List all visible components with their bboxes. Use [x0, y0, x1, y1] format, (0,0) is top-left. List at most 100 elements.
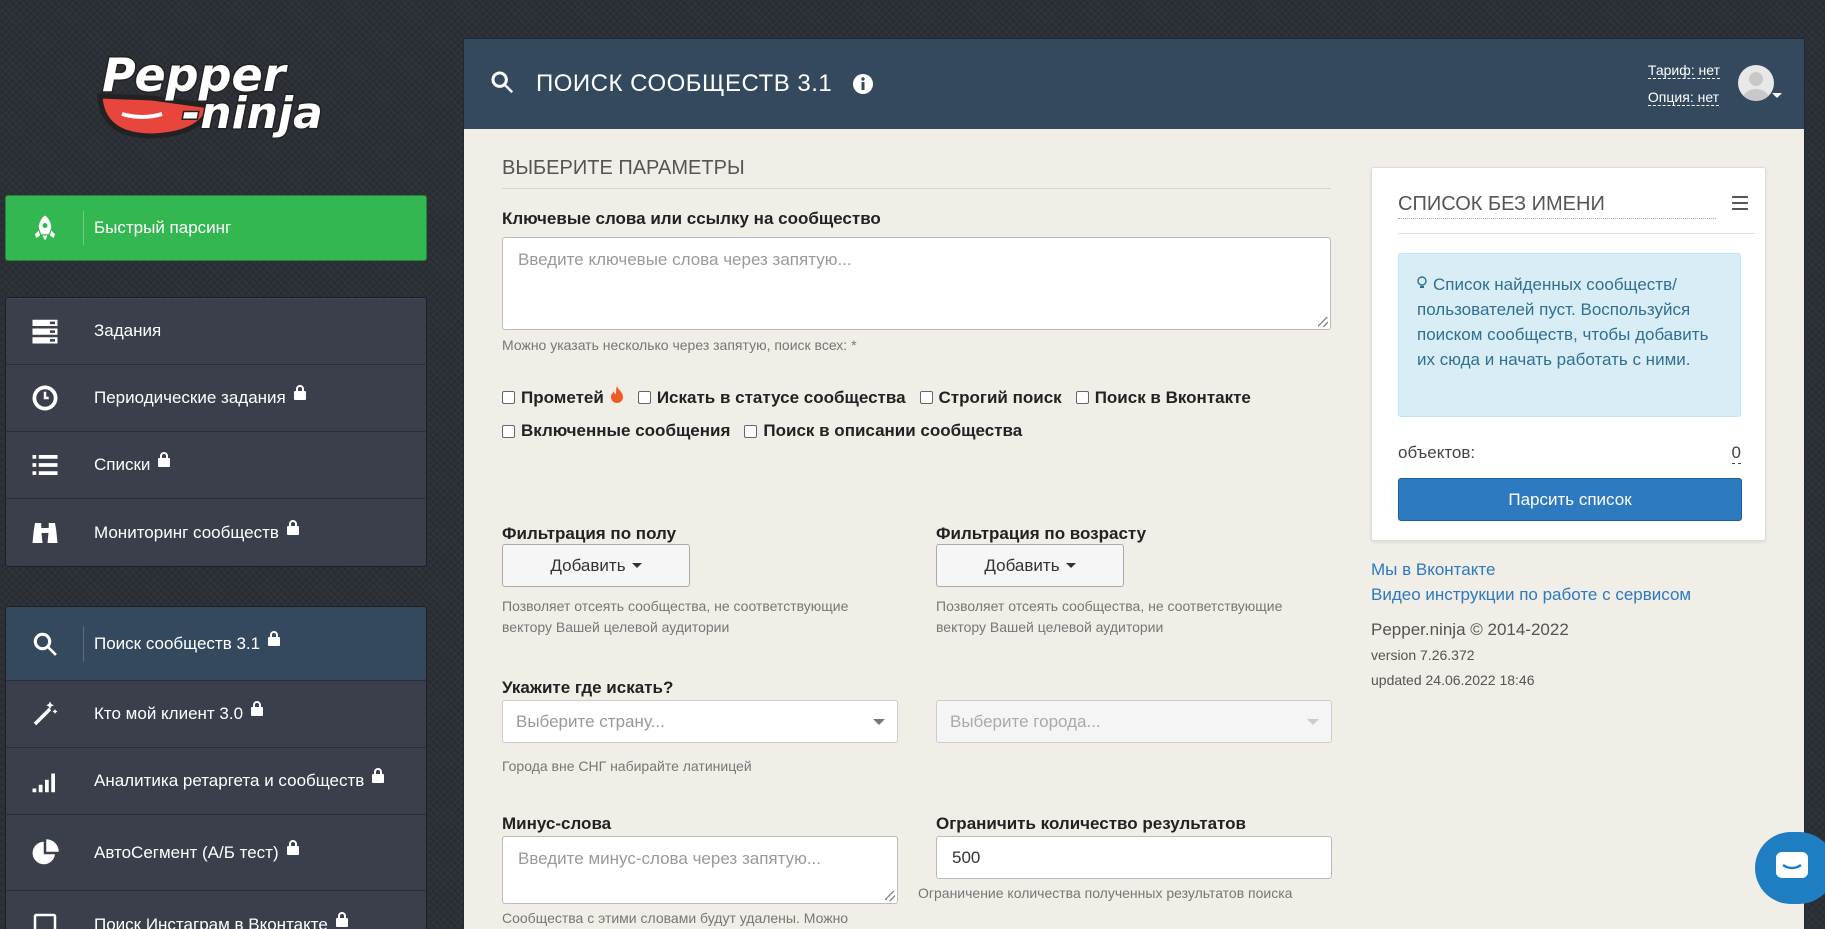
minus-words-placeholder: Введите минус-слова через запятую...	[518, 849, 821, 868]
checkbox-search-status[interactable]: Искать в статусе сообщества	[637, 388, 906, 408]
checkbox-box[interactable]	[744, 424, 758, 438]
gender-add-button[interactable]: Добавить	[502, 544, 690, 587]
hamburger-menu-icon[interactable]	[1732, 196, 1748, 214]
sidebar-item-label: Кто мой клиент 3.0	[94, 704, 244, 723]
caret-down-icon	[631, 563, 642, 568]
sidebar-item-label: Быстрый парсинг	[94, 218, 232, 237]
limit-label: Ограничить количество результатов	[936, 814, 1246, 833]
vk-link[interactable]: Мы в Вконтакте	[1371, 557, 1691, 582]
gender-filter-label: Фильтрация по полу	[502, 524, 677, 543]
checkbox-box[interactable]	[502, 424, 515, 438]
filters-area: Фильтрация по полу Добавить Позволяет от…	[502, 524, 1332, 929]
checkbox-label: Поиск в описании сообщества	[763, 421, 1023, 440]
checkbox-row-1: Прометей Искать в статусе сообщества Стр…	[502, 386, 1332, 409]
chevron-down-icon[interactable]	[1772, 93, 1782, 98]
button-label: Добавить	[550, 555, 626, 575]
sidebar-item-label: Аналитика ретаргета и сообществ	[94, 771, 365, 790]
sidebar-item-label: АвтоСегмент (А/Б тест)	[94, 842, 279, 862]
sidebar-item-fast-parsing[interactable]: Быстрый парсинг	[6, 196, 426, 260]
option-link[interactable]: Опция: нет	[1647, 89, 1720, 106]
lock-icon	[268, 630, 281, 646]
sidebar-item-instagram-vk[interactable]: Поиск Инстаграм в Вконтакте	[6, 891, 426, 929]
age-add-button[interactable]: Добавить	[936, 544, 1124, 587]
main-content: ПОИСК СООБЩЕСТВ 3.1 Тариф: нет Опция: не…	[463, 38, 1805, 929]
sidebar-item-label: Задания	[94, 321, 162, 340]
binoculars-icon	[6, 518, 84, 548]
limit-input[interactable]: 500	[936, 836, 1332, 879]
where-label: Укажите где искать?	[502, 678, 674, 697]
help-links: Мы в Вконтакте Видео инструкции по работ…	[1371, 557, 1691, 607]
magic-wand-icon	[6, 699, 84, 729]
sidebar-nav-group-1: Задания Периодические задания Списки Мон…	[5, 297, 427, 567]
sidebar-item-autosegment[interactable]: АвтоСегмент (А/Б тест)	[6, 815, 426, 891]
limit-value: 500	[952, 847, 981, 867]
keywords-label: Ключевые слова или ссылку на сообщество	[502, 209, 881, 228]
fire-icon	[610, 386, 624, 409]
objects-count-row: объектов: 0	[1398, 443, 1741, 464]
checkbox-messages-enabled[interactable]: Включенные сообщения	[502, 421, 730, 441]
resize-handle[interactable]	[1318, 317, 1328, 327]
minus-words-textarea[interactable]: Введите минус-слова через запятую...	[502, 836, 898, 904]
sidebar-item-community-search[interactable]: Поиск сообществ 3.1	[6, 607, 426, 681]
objects-count[interactable]: 0	[1731, 443, 1741, 464]
footer-info: Pepper.ninja © 2014-2022 version 7.26.37…	[1371, 617, 1569, 693]
sidebar: Pepper -ninja Быстрый парсинг Задания Пе…	[0, 0, 432, 929]
instagram-vk-icon	[6, 910, 84, 929]
pie-chart-icon	[6, 838, 84, 868]
avatar[interactable]	[1738, 65, 1774, 101]
checkbox-strict-search[interactable]: Строгий поиск	[919, 388, 1062, 408]
checkbox-box[interactable]	[502, 391, 515, 404]
rocket-icon	[6, 211, 84, 245]
server-icon	[6, 316, 84, 346]
keywords-textarea[interactable]: Введите ключевые слова через запятую...	[502, 237, 1331, 330]
checkbox-search-vk[interactable]: Поиск в Вконтакте	[1075, 387, 1251, 408]
checkbox-label: Поиск в Вконтакте	[1094, 387, 1251, 407]
parse-list-button[interactable]: Парсить список	[1398, 478, 1742, 521]
sidebar-item-tasks[interactable]: Задания	[6, 298, 426, 365]
checkbox-search-description[interactable]: Поиск в описании сообщества	[744, 421, 1022, 441]
sidebar-nav-group-2: Поиск сообществ 3.1 Кто мой клиент 3.0 А…	[5, 606, 427, 929]
pepper-ninja-logo[interactable]: Pepper -ninja	[92, 36, 342, 148]
updated: updated 24.06.2022 18:46	[1371, 672, 1535, 688]
video-instructions-link[interactable]: Видео инструкции по работе с сервисом	[1371, 582, 1691, 607]
checkbox-prometheus[interactable]: Прометей	[502, 386, 624, 409]
plan-info: Тариф: нет Опция: нет	[1647, 57, 1720, 111]
section-title: ВЫБЕРИТЕ ПАРАМЕТРЫ	[502, 157, 1331, 189]
age-filter-label: Фильтрация по возрасту	[936, 524, 1147, 543]
search-icon	[6, 625, 84, 662]
quick-parsing-block: Быстрый парсинг	[5, 195, 427, 261]
checkbox-box[interactable]	[1075, 391, 1089, 404]
sidebar-item-community-monitoring[interactable]: Мониторинг сообществ	[6, 499, 426, 566]
minus-words-hint: Сообщества с этими словами будут удалены…	[502, 910, 849, 926]
clock-icon	[6, 383, 84, 413]
sidebar-item-label: Поиск сообществ 3.1	[94, 633, 261, 653]
list-title[interactable]: СПИСОК БЕЗ ИМЕНИ	[1398, 193, 1716, 219]
select-placeholder: Выберите города...	[950, 711, 1101, 731]
checkbox-box[interactable]	[919, 391, 933, 404]
lock-icon	[293, 384, 306, 400]
sidebar-item-retarget-analytics[interactable]: Аналитика ретаргета и сообществ	[6, 748, 426, 815]
button-label: Добавить	[984, 555, 1060, 575]
where-hint: Города вне СНГ набирайте латиницей	[502, 758, 752, 774]
resize-handle[interactable]	[885, 891, 895, 901]
sidebar-item-periodic-tasks[interactable]: Периодические задания	[6, 365, 426, 432]
lock-icon	[335, 911, 348, 927]
page-header: ПОИСК СООБЩЕСТВ 3.1 Тариф: нет Опция: не…	[464, 39, 1804, 129]
sidebar-item-lists[interactable]: Списки	[6, 432, 426, 499]
info-icon[interactable]	[852, 73, 874, 95]
checkbox-label: Включенные сообщения	[521, 421, 731, 440]
country-select[interactable]: Выберите страну...	[502, 700, 898, 743]
checkbox-label: Прометей	[521, 387, 604, 407]
list-icon	[6, 450, 84, 480]
sidebar-item-who-is-my-client[interactable]: Кто мой клиент 3.0	[6, 681, 426, 748]
checkbox-box[interactable]	[637, 391, 651, 404]
chat-icon	[1775, 851, 1809, 886]
city-select[interactable]: Выберите города...	[936, 700, 1332, 743]
alert-text: Список найденных сообществ/пользователей…	[1417, 275, 1709, 369]
search-icon	[488, 68, 516, 101]
tariff-link[interactable]: Тариф: нет	[1647, 62, 1720, 79]
lock-icon	[158, 451, 171, 467]
chat-widget-button[interactable]	[1755, 832, 1825, 904]
search-form: ВЫБЕРИТЕ ПАРАМЕТРЫ Ключевые слова или сс…	[502, 129, 1332, 926]
age-hint: Позволяет отсеять сообщества, не соответ…	[936, 598, 1283, 635]
